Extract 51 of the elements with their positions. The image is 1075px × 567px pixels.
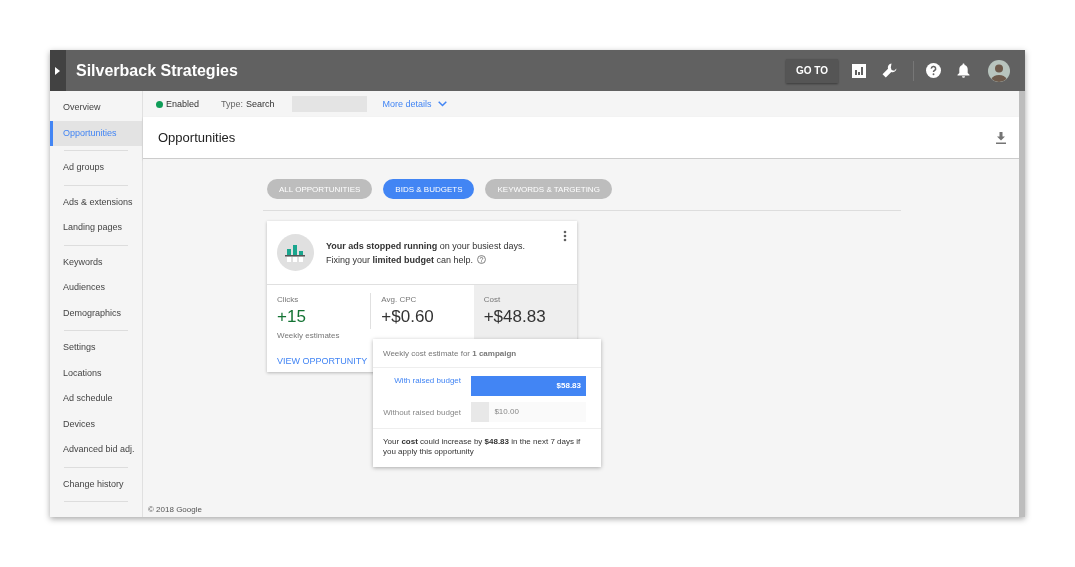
tooltip-title: Weekly cost estimate for 1 campaign [383,348,517,358]
sidebar-item[interactable]: Audiences [50,275,142,301]
help-icon[interactable] [926,63,941,78]
expand-button[interactable] [50,50,66,91]
bar-chart-icon [277,234,314,271]
sidebar-item[interactable]: Demographics [50,300,142,326]
sidebar-item[interactable]: Overview [50,95,142,121]
bar-label: With raised budget [393,376,461,385]
estimate-note: Weekly estimates [277,331,340,340]
sidebar-item[interactable]: Advanced bid adj. [50,437,142,463]
view-opportunity-link[interactable]: VIEW OPPORTUNITY [277,355,368,366]
account-name: Silverback Strategies [76,61,238,80]
metric-value: +15 [277,307,307,327]
type-label: Type: [221,99,244,109]
sidebar-item[interactable]: Ad groups [50,155,142,181]
sidebar-item[interactable]: Ads & extensions [50,189,142,215]
type-value: Search [246,99,275,109]
bar-value: $10.00 [494,407,519,416]
sidebar-item[interactable]: Ad schedule [50,386,142,412]
caret-icon [55,66,61,75]
card-message: Your ads stopped running on your busiest days. [326,240,526,251]
sidebar-item[interactable]: Change history [50,471,142,497]
bar-label: Without raised budget [382,407,461,417]
scrollbar[interactable] [1019,91,1025,517]
status-text: Enabled [166,99,200,109]
go-to-button[interactable]: GO TO [785,58,838,83]
tooltip-note: Your cost could increase by $48.83 in the next 7 days if you apply this opportunity [383,437,581,456]
help-icon[interactable] [477,255,487,264]
reports-icon[interactable] [852,63,866,78]
metric-value: +$48.83 [483,307,547,327]
sidebar-item[interactable]: Settings [50,335,142,361]
download-icon[interactable] [996,131,1006,144]
bar-value: $58.83 [556,381,581,390]
card-message: Fixing your limited budget can help. [326,254,474,265]
notifications-icon[interactable] [957,63,970,78]
more-details-link[interactable]: More details [382,99,432,109]
more-options-icon[interactable] [563,230,567,242]
sidebar-item[interactable]: Locations [50,360,142,386]
metric-label: Avg. CPC [381,295,418,304]
metric-value: +$0.60 [381,307,435,327]
metric-label: Cost [483,295,502,304]
chevron-icon[interactable] [437,101,447,107]
page-title: Opportunities [158,130,236,145]
sidebar-item[interactable]: Devices [50,411,142,437]
filter-chip[interactable]: BIDS & BUDGETS [383,179,475,199]
metric-label: Clicks [277,295,300,304]
sidebar-item[interactable]: Keywords [50,249,142,275]
copyright-text: © 2018 Google [148,505,202,514]
avatar-icon[interactable] [988,59,1010,82]
wrench-icon[interactable] [882,63,897,78]
sidebar-item[interactable]: Landing pages [50,215,142,241]
